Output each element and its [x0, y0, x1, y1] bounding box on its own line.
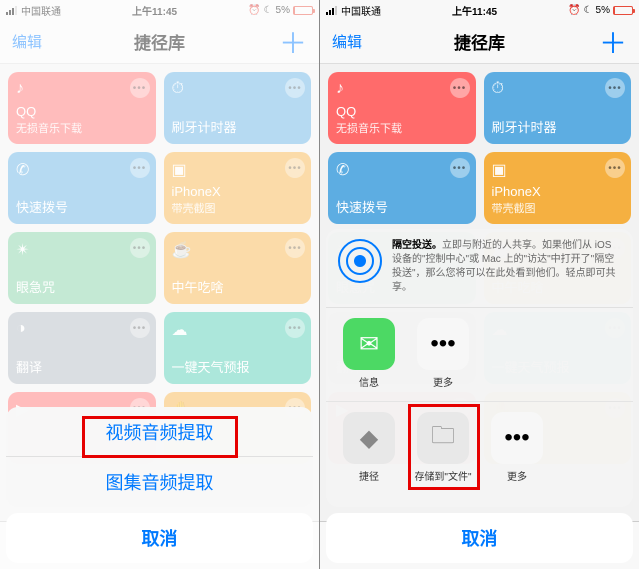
cancel-button[interactable]: 取消: [326, 513, 633, 563]
cancel-button[interactable]: 取消: [6, 513, 313, 563]
card-icon: ✆: [336, 160, 468, 180]
airdrop-section[interactable]: 隔空投送。立即与附近的人共享。如果他们从 iOS 设备的"控制中心"或 Mac …: [326, 239, 633, 308]
signal-icon: [326, 6, 337, 15]
battery-pct: 5%: [596, 5, 610, 16]
nav-bar: 编辑 捷径库 ＋: [320, 20, 639, 64]
card-title: 刷牙计时器: [492, 121, 624, 136]
share-sheet: 隔空投送。立即与附近的人共享。如果他们从 iOS 设备的"控制中心"或 Mac …: [326, 229, 633, 563]
airdrop-icon: [338, 239, 382, 283]
share-messages[interactable]: ✉ 信息: [334, 318, 404, 389]
card-subtitle: 无损音乐下载: [336, 120, 468, 136]
dnd-icon: ☾: [584, 5, 593, 16]
action-more[interactable]: ••• 更多: [482, 412, 552, 483]
shortcuts-icon: ◆: [343, 412, 395, 464]
card-icon: ♪: [336, 80, 468, 98]
status-bar: 中国联通 上午11:45 ⏰ ☾ 5%: [320, 0, 639, 20]
card-title: iPhoneX: [492, 185, 624, 200]
shortcut-card[interactable]: •••▣iPhoneX带壳截图: [484, 152, 632, 224]
shortcut-card[interactable]: •••✆快速拨号: [328, 152, 476, 224]
option-video-audio-extract[interactable]: 视频音频提取: [6, 407, 313, 457]
share-more-apps[interactable]: ••• 更多: [408, 318, 478, 389]
more-icon: •••: [417, 318, 469, 370]
card-subtitle: 带壳截图: [492, 200, 624, 216]
battery-icon: [613, 6, 633, 15]
shortcut-card[interactable]: •••⏱刷牙计时器: [484, 72, 632, 144]
folder-icon: 🗀: [417, 412, 469, 464]
shortcut-card[interactable]: •••♪QQ无损音乐下载: [328, 72, 476, 144]
more-icon: •••: [491, 412, 543, 464]
action-shortcuts[interactable]: ◆ 捷径: [334, 412, 404, 483]
action-sheet: 视频音频提取 图集音频提取 取消: [6, 407, 313, 563]
add-button[interactable]: ＋: [599, 22, 627, 62]
card-title: QQ: [336, 105, 468, 120]
share-row-apps: ✉ 信息 ••• 更多: [326, 308, 633, 402]
carrier: 中国联通: [341, 3, 381, 18]
card-title: 快速拨号: [336, 201, 468, 216]
phone-right: 中国联通 上午11:45 ⏰ ☾ 5% 编辑 捷径库 ＋ ••• ♪ QQ无损音乐下…: [320, 0, 639, 569]
phone-left: 中国联通 上午11:45 ⏰ ☾ 5% 编辑 捷径库 ＋ •••♪QQ无损音乐下…: [0, 0, 319, 569]
card-icon: ⏱: [492, 80, 624, 98]
card-icon: ▣: [492, 160, 624, 180]
alarm-icon: ⏰: [568, 5, 580, 16]
action-save-to-files[interactable]: 🗀 存储到"文件": [408, 412, 478, 483]
edit-button[interactable]: 编辑: [332, 31, 362, 52]
option-album-audio-extract[interactable]: 图集音频提取: [6, 457, 313, 507]
messages-icon: ✉: [343, 318, 395, 370]
page-title: 捷径库: [320, 29, 639, 54]
clock: 上午11:45: [381, 3, 568, 18]
share-row-actions: ◆ 捷径 🗀 存储到"文件" ••• 更多: [326, 402, 633, 495]
